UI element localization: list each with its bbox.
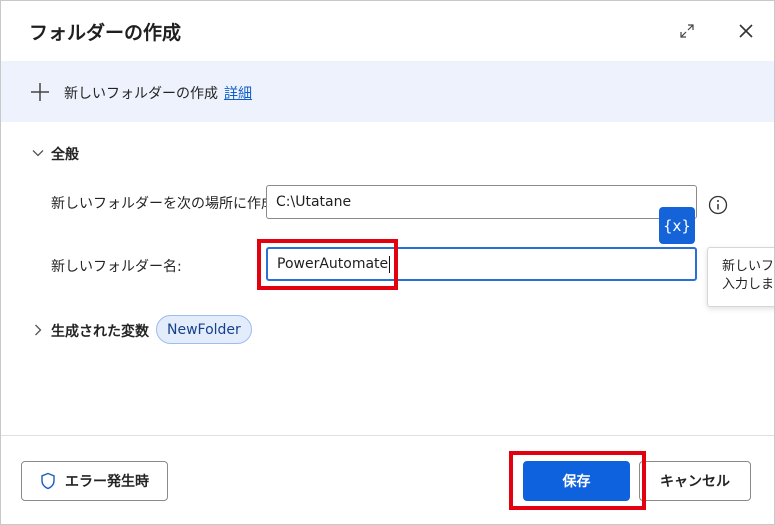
title-bar: フォルダーの作成 [1,1,774,61]
folder-name-input[interactable]: PowerAutomate [266,247,697,281]
banner-description: 新しいフォルダーの作成 詳細 [64,83,252,103]
info-icon[interactable] [708,195,728,215]
on-error-label: エラー発生時 [65,474,149,490]
create-folder-dialog: フォルダーの作成 新しいフォルダーの作成 詳細 全般 新しいフォルダーを次の場所に… [0,0,775,525]
footer-divider [1,435,774,436]
shield-icon [41,472,55,490]
save-button[interactable]: 保存 [523,461,630,501]
plus-icon [29,81,51,103]
expand-button[interactable] [677,21,697,41]
tooltip-line-2: 入力しま [722,277,775,292]
folder-name-value: PowerAutomate [277,256,389,272]
insert-variable-button[interactable]: {x} [659,207,695,244]
generated-variables-title[interactable]: 生成された変数 [51,321,149,341]
tooltip: 新しいフォル 入力しま [707,247,775,307]
text-caret [389,255,391,273]
chevron-right-icon[interactable] [31,322,45,336]
variable-pill[interactable]: NewFolder [156,315,252,344]
details-link[interactable]: 詳細 [224,86,252,102]
location-value: C:\Utatane [276,194,352,210]
location-input[interactable]: C:\Utatane [266,185,697,219]
tooltip-line-1: 新しいフォル [722,259,775,274]
close-button[interactable] [735,20,757,42]
close-icon [739,24,753,38]
location-label: 新しいフォルダーを次の場所に作成: [51,196,280,212]
chevron-down-icon[interactable] [31,145,45,159]
general-section-title[interactable]: 全般 [51,144,79,164]
banner-text: 新しいフォルダーの作成 [64,86,218,102]
folder-name-label: 新しいフォルダー名: [51,259,182,275]
dialog-title: フォルダーの作成 [29,22,182,44]
expand-icon [680,24,694,38]
cancel-button[interactable]: キャンセル [639,461,751,501]
on-error-button[interactable]: エラー発生時 [21,461,168,501]
